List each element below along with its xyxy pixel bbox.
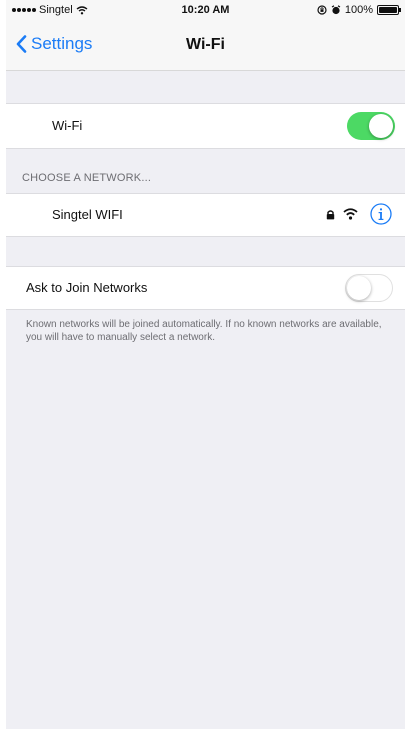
network-row[interactable]: Singtel WIFI [6,193,405,237]
wifi-toggle[interactable] [347,112,395,140]
status-bar: Singtel 10:20 AM 100% [6,0,405,20]
battery-icon [377,5,401,15]
rotation-lock-icon [317,5,327,15]
network-name: Singtel WIFI [52,207,123,222]
wifi-row: Wi-Fi [6,103,405,149]
battery-percent: 100% [344,4,373,16]
ask-to-join-footer: Known networks will be joined automatica… [26,319,382,343]
ask-to-join-toggle-knob [347,276,371,300]
lock-icon [326,210,335,220]
navigation-bar: Settings Wi-Fi [6,20,405,71]
wifi-signal-icon [343,208,358,220]
page-title: Wi-Fi [186,36,225,53]
alarm-icon [331,5,341,15]
networks-section-header: CHOOSE A NETWORK... [22,172,152,184]
ask-to-join-row: Ask to Join Networks [6,266,405,310]
ask-to-join-toggle[interactable] [345,274,393,302]
settings-screen: Singtel 10:20 AM 100% Settings Wi-Fi Wi-… [6,0,405,729]
status-right: 100% [317,4,401,16]
ask-to-join-label: Ask to Join Networks [26,280,148,295]
wifi-row-label: Wi-Fi [52,118,83,133]
wifi-toggle-knob [369,114,393,138]
info-icon[interactable] [370,203,392,225]
